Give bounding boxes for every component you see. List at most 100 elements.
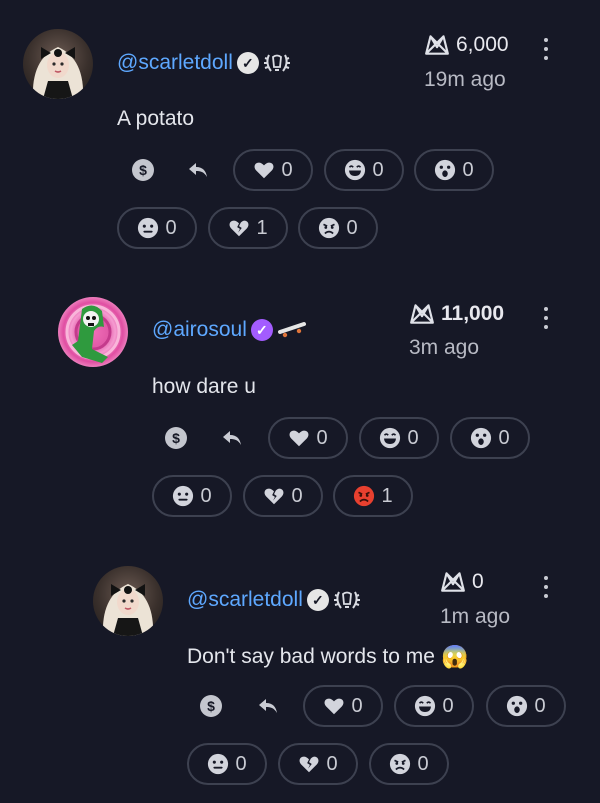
username-link[interactable]: @airosoul	[152, 318, 247, 342]
reaction-broken-heart[interactable]: 1	[208, 207, 288, 249]
reaction-heart[interactable]: 0	[303, 685, 383, 727]
reaction-count: 0	[417, 752, 429, 775]
reaction-count: 0	[200, 484, 212, 507]
score: 0	[440, 570, 484, 594]
username-row: @scarletdoll ✓	[187, 588, 361, 612]
dollar-icon: $	[165, 427, 187, 449]
reaction-heart[interactable]: 0	[233, 149, 313, 191]
verified-badge-icon: ✓	[236, 52, 259, 74]
score-value: 11,000	[441, 302, 505, 325]
reaction-angry[interactable]: 0	[369, 743, 449, 785]
reaction-count: 0	[498, 426, 510, 449]
avatar[interactable]	[93, 566, 163, 636]
grin-face-icon	[344, 159, 366, 181]
score: 11,000	[409, 302, 504, 326]
heart-icon	[323, 695, 345, 717]
reply-button[interactable]	[219, 425, 245, 451]
neutral-face-icon	[207, 753, 229, 775]
reaction-count: 0	[407, 426, 419, 449]
reaction-count: 0	[372, 158, 384, 181]
reaction-count: 0	[291, 484, 303, 507]
screaming-face-emoji: 😱	[440, 644, 469, 669]
heart-icon	[288, 427, 310, 449]
reaction-heart[interactable]: 0	[268, 417, 348, 459]
m-token-icon	[440, 571, 466, 593]
reaction-angry[interactable]: 0	[298, 207, 378, 249]
reaction-count: 0	[235, 752, 247, 775]
neutral-face-icon	[172, 485, 194, 507]
reaction-count: 0	[534, 694, 546, 717]
m-token-icon	[424, 34, 450, 56]
more-options-icon[interactable]	[543, 307, 549, 329]
reply-arrow-icon	[256, 694, 280, 718]
reaction-count: 0	[326, 752, 338, 775]
surprised-face-icon	[506, 695, 528, 717]
comment-text: A potato	[117, 107, 194, 131]
broken-heart-icon	[263, 485, 285, 507]
reaction-count: 0	[281, 158, 293, 181]
score-value: 0	[472, 570, 484, 593]
tip-button[interactable]: $	[130, 157, 156, 183]
reply-button[interactable]	[255, 693, 281, 719]
neutral-face-icon	[137, 217, 159, 239]
broken-heart-icon	[298, 753, 320, 775]
surprised-face-icon	[470, 427, 492, 449]
dollar-icon: $	[200, 695, 222, 717]
reaction-grin[interactable]: 0	[394, 685, 474, 727]
angry-face-icon	[318, 217, 340, 239]
more-options-icon[interactable]	[543, 38, 549, 60]
username-link[interactable]: @scarletdoll	[187, 588, 303, 612]
verified-badge-icon: ✓	[306, 589, 329, 611]
reaction-neutral[interactable]: 0	[187, 743, 267, 785]
reaction-neutral[interactable]: 0	[117, 207, 197, 249]
reaction-count: 0	[462, 158, 474, 181]
comment-text: Don't say bad words to me 😱	[187, 644, 468, 670]
reaction-surprised[interactable]: 0	[414, 149, 494, 191]
grin-face-icon	[379, 427, 401, 449]
username-link[interactable]: @scarletdoll	[117, 51, 233, 75]
reaction-neutral[interactable]: 0	[152, 475, 232, 517]
comment-text-value: A potato	[117, 107, 195, 130]
timestamp: 3m ago	[409, 336, 480, 359]
reaction-count: 0	[442, 694, 454, 717]
angry-face-icon	[389, 753, 411, 775]
heart-icon	[253, 159, 275, 181]
reaction-broken-heart[interactable]: 0	[278, 743, 358, 785]
more-options-icon[interactable]	[543, 576, 549, 598]
tip-button[interactable]: $	[198, 693, 224, 719]
comment-text-value: Don't say bad words to me	[187, 645, 435, 668]
laurel-emblem-icon	[333, 588, 361, 612]
reaction-count: 0	[165, 216, 177, 239]
timestamp: 1m ago	[440, 605, 511, 628]
laurel-emblem-icon	[263, 51, 291, 75]
reply-button[interactable]	[185, 157, 211, 183]
reaction-count: 0	[351, 694, 363, 717]
broken-heart-icon	[228, 217, 250, 239]
skateboard-emblem-icon	[277, 320, 309, 340]
reaction-surprised[interactable]: 0	[486, 685, 566, 727]
m-token-icon	[409, 303, 435, 325]
grin-face-icon	[414, 695, 436, 717]
tip-button[interactable]: $	[163, 425, 189, 451]
avatar[interactable]	[58, 297, 128, 367]
reaction-angry[interactable]: 1	[333, 475, 413, 517]
reaction-grin[interactable]: 0	[324, 149, 404, 191]
comment-text: how dare u	[152, 375, 256, 399]
dollar-icon: $	[132, 159, 154, 181]
username-row: @scarletdoll ✓	[117, 51, 291, 75]
score-value: 6,000	[456, 33, 509, 56]
reaction-broken-heart[interactable]: 0	[243, 475, 323, 517]
avatar[interactable]	[23, 29, 93, 99]
reaction-count: 0	[316, 426, 328, 449]
timestamp: 19m ago	[424, 68, 506, 91]
reaction-count: 1	[256, 216, 268, 239]
reply-arrow-icon	[186, 158, 210, 182]
comment-text-value: how dare u	[152, 375, 256, 398]
reaction-grin[interactable]: 0	[359, 417, 439, 459]
reaction-surprised[interactable]: 0	[450, 417, 530, 459]
username-row: @airosoul ✓	[152, 318, 309, 342]
surprised-face-icon	[434, 159, 456, 181]
reaction-count: 0	[346, 216, 358, 239]
reaction-count: 1	[381, 484, 393, 507]
verified-badge-icon: ✓	[250, 319, 273, 341]
